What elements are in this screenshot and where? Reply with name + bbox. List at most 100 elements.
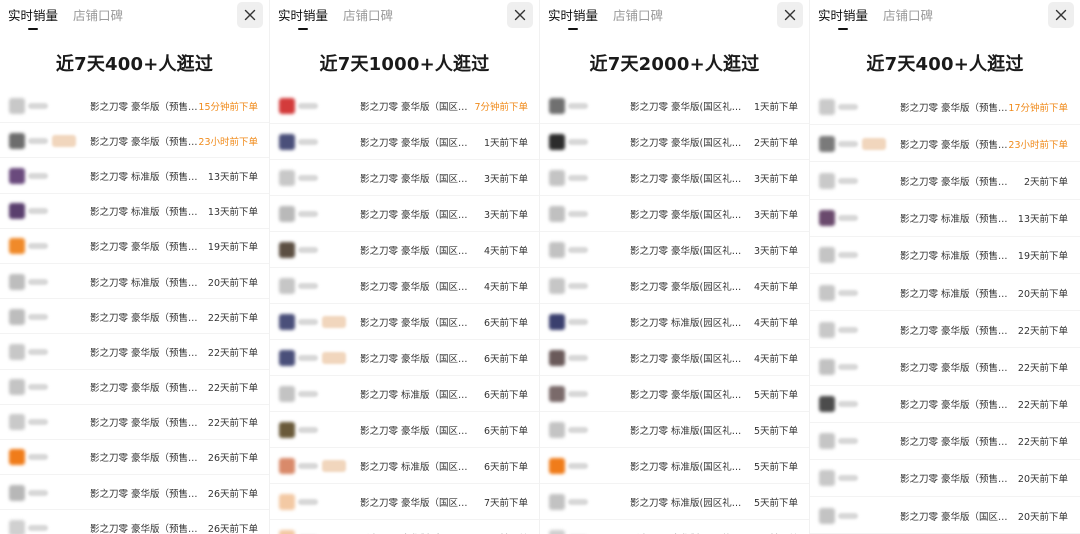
order-row[interactable]: 影之刀零 豪华版（国区… 1天前下单 (270, 124, 539, 160)
order-row[interactable]: 影之刀零 豪华版(国区礼…5天前下单 (540, 376, 809, 412)
order-time: 2天前下单 (753, 138, 798, 149)
order-row[interactable]: 影之刀零 豪华版（国区… 3天前下单 (270, 196, 539, 232)
close-button[interactable] (507, 2, 533, 28)
product-name: 影之刀零 豪华版(国区礼… (630, 138, 742, 149)
order-row[interactable]: 影之刀零 豪华版（预售… 22天前下单 (810, 311, 1080, 349)
order-row[interactable]: 影之刀零 豪华版（国区… 4天前下单 (270, 232, 539, 268)
buyer-name-masked (568, 247, 588, 253)
buyer-avatar (9, 519, 25, 534)
tab-store-reputation[interactable]: 店铺口碑 (883, 8, 933, 24)
buyer-avatar (549, 422, 565, 438)
buyer-avatar (279, 494, 295, 510)
order-row[interactable]: 影之刀零 豪华版(国区礼… 4天前下单 (540, 340, 809, 376)
order-row[interactable]: 影之刀零 豪华版（预售… 26天前下单 (0, 440, 269, 476)
order-time: 6天前下单 (483, 318, 528, 329)
buyer-avatar (9, 238, 25, 255)
buyer-avatar (9, 414, 25, 431)
close-button[interactable] (1048, 2, 1074, 28)
buyer-avatar (819, 172, 835, 189)
order-row[interactable]: 影之刀零 标准版（预售… 20天前下单 (0, 264, 269, 300)
order-time: 23小时前下单 (1008, 139, 1068, 151)
order-row[interactable]: 影之刀零 豪华版（预售… 22天前下单 (810, 348, 1080, 386)
order-row[interactable]: 影之刀零 豪华版（预售… 22天前下单 (0, 299, 269, 335)
buyer-name-masked (298, 427, 318, 433)
product-name: 影之刀零 豪华版（预售… (900, 139, 1008, 151)
order-row[interactable]: 影之刀零 标准版（预售… 13天前下单 (0, 158, 269, 194)
buyer-name-masked (838, 140, 858, 147)
order-row[interactable]: 影之刀零 标准版（预售… 13天前下单 (810, 200, 1080, 237)
sales-popup-panel: 实时销量 店铺口碑 近7天400+人逛过 影之刀零 豪华版（预售… 15分钟前下单 影之刀… (0, 0, 270, 534)
active-tab-indicator (838, 28, 848, 30)
order-row[interactable]: 影之刀零 豪华版（预售… 19天前下单 (0, 229, 269, 264)
buyer-avatar (549, 206, 565, 222)
order-row[interactable]: 影之刀零 豪华版(国区礼… 3天前下单 (540, 160, 809, 196)
order-time: 22天前下单 (207, 312, 258, 324)
order-time: 2天前下单 (1023, 176, 1068, 188)
order-row[interactable]: 影之刀零 豪华版（预售… 26天前下单 (0, 475, 269, 511)
order-row[interactable]: 影之刀零 标准版（预售… 13天前下单 (0, 194, 269, 229)
buyer-avatar (279, 134, 295, 150)
product-name: 影之刀零 豪华版（国区… (360, 282, 468, 293)
buyer-name-masked (568, 391, 588, 397)
tab-bar: 实时销量 店铺口碑 (810, 0, 1080, 34)
order-row[interactable]: 影之刀零 豪华版（预售… 26天前下单 (0, 510, 269, 534)
buyer-avatar (549, 278, 565, 294)
buyer-avatar (279, 278, 295, 294)
order-row[interactable]: 影之刀零 豪华版(国区礼… 1天前下单 (540, 88, 809, 124)
buyer-name-masked (298, 103, 318, 109)
order-row[interactable]: 影之刀零 标准版（预售… 19天前下单 (810, 237, 1080, 274)
order-row[interactable]: 影之刀零 豪华版（预售… 20天前下单 (810, 460, 1080, 498)
product-name: 影之刀零 标准版（国区… (360, 390, 468, 401)
order-row[interactable]: 影之刀零 标准版(国区礼… 5天前下单 (540, 448, 809, 484)
order-row[interactable]: 影之刀零 豪华版（国区… 3天前下单 (270, 160, 539, 196)
order-time: 23小时前下单 (198, 136, 258, 148)
order-row[interactable]: 影之刀零 豪华版（预售… 2天前下单 (810, 162, 1080, 200)
order-row[interactable]: 影之刀零 豪华版（预售… 22天前下单 (810, 423, 1080, 460)
buyer-name-masked (298, 355, 318, 361)
order-row[interactable]: 影之刀零 标准版（预售… 20天前下单 (810, 274, 1080, 312)
order-row[interactable]: 影之刀零 豪华版（预售… 22天前下单 (0, 334, 269, 370)
order-row[interactable]: 影之刀零 标准版(园区礼… 4天前下单 (540, 304, 809, 340)
order-row[interactable]: 影之刀零 豪华版（国区… 6天前下单 (270, 340, 539, 376)
order-row[interactable]: 影之刀零 豪华版（预售… 17分钟前下单 (810, 88, 1080, 126)
order-row[interactable]: 影之刀零 豪华版（国区… 6天前下单 (270, 304, 539, 340)
order-row[interactable]: 影之刀零 标准版(国区礼… 5天前下单 (540, 412, 809, 448)
sales-popup-panel: 实时销量 店铺口碑 近7天2000+人逛过 影之刀零 豪华版(国区礼… 1天前下单 影之刀… (540, 0, 810, 534)
tab-realtime-sales[interactable]: 实时销量 (548, 8, 598, 24)
order-row[interactable]: 影之刀零 豪华版（预售… 22天前下单 (0, 370, 269, 405)
order-row[interactable]: 影之刀零 豪华版（国区… 7分钟前下单 (270, 88, 539, 124)
close-button[interactable] (237, 2, 263, 28)
close-button[interactable] (777, 2, 803, 28)
order-row[interactable]: 影之刀零 豪华版（预售… 22天前下单 (810, 386, 1080, 423)
order-row[interactable]: 影之刀零 豪华版（预售… 15分钟前下单 (0, 88, 269, 124)
tab-realtime-sales[interactable]: 实时销量 (818, 8, 868, 24)
order-row[interactable]: 影之刀零 豪华版（国区… 6天前下单 (270, 412, 539, 448)
buyer-name-masked (298, 139, 318, 145)
buyer-name-masked (298, 211, 318, 217)
order-row[interactable]: 影之刀零 豪华版(国区礼… 3天前下单 (540, 232, 809, 268)
order-row[interactable]: 影之刀零 豪华版（国区…7天前下单 (270, 484, 539, 520)
order-row[interactable]: 影之刀零 豪华版(国区礼… 2天前下单 (540, 124, 809, 160)
order-row[interactable]: 影之刀零 豪华版(园区礼… 4天前下单 (540, 268, 809, 304)
order-row[interactable]: 影之刀零 豪华版（国区… 20天前下单 (810, 497, 1080, 534)
order-row[interactable]: 影之刀零 豪华版（国区… 4天前下单 (270, 268, 539, 304)
order-row[interactable]: 影之刀零 标准版（国区… 6天前下单 (270, 376, 539, 412)
order-list: 影之刀零 豪华版（预售… 15分钟前下单 影之刀零 豪华版（预售… 23小时前下单 影之… (0, 88, 269, 534)
tab-realtime-sales[interactable]: 实时销量 (278, 8, 328, 24)
order-row[interactable]: 影之刀零 豪华版（预售… 22天前下单 (0, 405, 269, 440)
order-row[interactable]: 影之刀零 豪华版(国区礼… 3天前下单 (540, 196, 809, 232)
order-time: 4天前下单 (483, 282, 528, 293)
tab-store-reputation[interactable]: 店铺口碑 (73, 8, 123, 24)
order-time: 19天前下单 (207, 242, 258, 254)
order-row[interactable]: 影之刀零 豪华版（国区…7天前下单 (270, 520, 539, 534)
order-time: 3天前下单 (753, 246, 798, 257)
tab-realtime-sales[interactable]: 实时销量 (8, 8, 58, 24)
order-row[interactable]: 影之刀零 豪华版（预售… 23小时前下单 (0, 123, 269, 159)
order-row[interactable]: 影之刀零 豪华版(国区礼…5天前下单 (540, 520, 809, 534)
order-row[interactable]: 影之刀零 标准版（国区… 6天前下单 (270, 448, 539, 484)
buyer-name-masked (838, 475, 858, 482)
tab-store-reputation[interactable]: 店铺口碑 (613, 8, 663, 24)
order-row[interactable]: 影之刀零 豪华版（预售… 23小时前下单 (810, 125, 1080, 163)
order-row[interactable]: 影之刀零 标准版(园区礼… 5天前下单 (540, 484, 809, 520)
tab-store-reputation[interactable]: 店铺口碑 (343, 8, 393, 24)
